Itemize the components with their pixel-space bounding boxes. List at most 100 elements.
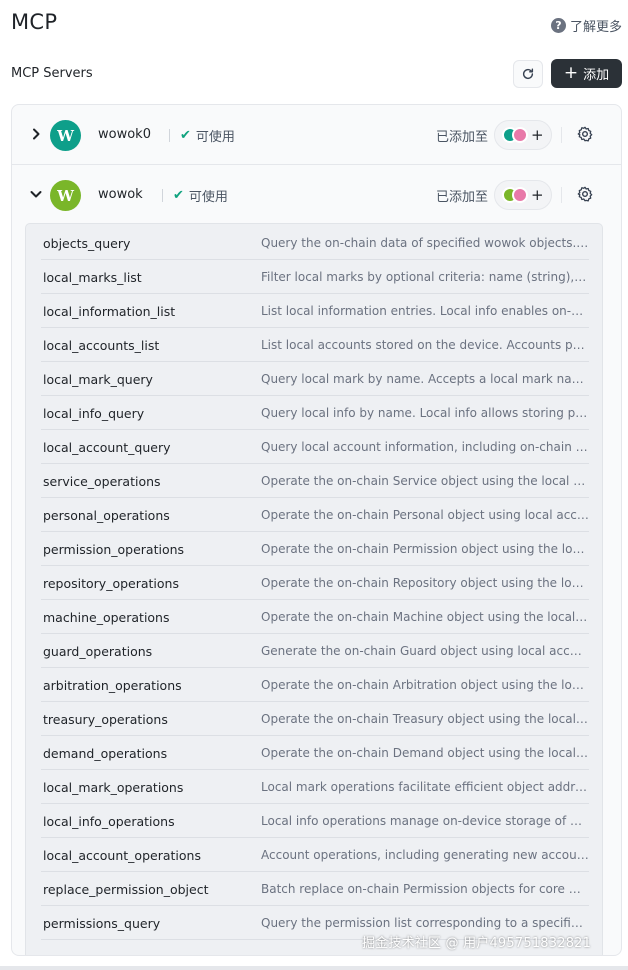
- page-title: MCP: [11, 10, 58, 34]
- watermark: 掘金技术社区 @ 用户495751832821: [362, 936, 592, 951]
- status-label: 可使用: [188, 190, 228, 205]
- tool-description: Batch replace on-chain Permission object…: [261, 882, 589, 896]
- tool-name: replace_permission_object: [43, 882, 209, 897]
- plus-icon: +: [531, 125, 544, 144]
- tool-row[interactable]: local_marks_list Filter local marks by o…: [41, 260, 589, 294]
- tool-description: Operate the on-chain Arbitration object …: [261, 678, 589, 692]
- server-avatar: W: [50, 120, 81, 151]
- tool-row[interactable]: demand_operations Operate the on-chain D…: [41, 736, 589, 770]
- tool-description: Operate the on-chain Service object usin…: [261, 474, 589, 488]
- tool-description: Operate the on-chain Repository object u…: [261, 576, 589, 590]
- tool-row[interactable]: treasury_operations Operate the on-chain…: [41, 702, 589, 736]
- server-name: wowok: [98, 187, 143, 202]
- question-circle-icon: ?: [550, 18, 566, 33]
- add-server-button[interactable]: + 添加: [551, 59, 622, 88]
- tool-row[interactable]: permission_operations Operate the on-cha…: [41, 532, 589, 566]
- tool-name: local_info_operations: [43, 814, 175, 829]
- tool-name: objects_query: [43, 236, 131, 251]
- refresh-icon: [522, 68, 534, 80]
- tool-name: treasury_operations: [43, 712, 168, 727]
- tool-name: arbitration_operations: [43, 678, 182, 693]
- check-icon: ✔: [180, 128, 191, 143]
- divider: [169, 129, 170, 142]
- client-selector[interactable]: +: [494, 120, 552, 150]
- tool-name: repository_operations: [43, 576, 179, 591]
- tool-row[interactable]: replace_permission_object Batch replace …: [41, 872, 589, 906]
- tool-row[interactable]: guard_operations Generate the on-chain G…: [41, 634, 589, 668]
- tool-name: local_info_query: [43, 406, 145, 421]
- tool-row[interactable]: local_account_operations Account operati…: [41, 838, 589, 872]
- tool-row[interactable]: local_info_operations Local info operati…: [41, 804, 589, 838]
- tool-description: Query the on-chain data of specified wow…: [261, 236, 589, 250]
- tool-row[interactable]: arbitration_operations Operate the on-ch…: [41, 668, 589, 702]
- tool-name: local_mark_operations: [43, 780, 184, 795]
- tool-description: List local information entries. Local in…: [261, 304, 589, 318]
- tool-row[interactable]: personal_operations Operate the on-chain…: [41, 498, 589, 532]
- server-row-wowok[interactable]: W wowok ✔ 可使用 已添加至 +: [12, 165, 621, 225]
- divider: [561, 127, 562, 143]
- tool-description: Account operations, including generating…: [261, 848, 589, 862]
- tool-name: permission_operations: [43, 542, 185, 557]
- plus-icon: +: [563, 63, 579, 83]
- tool-name: machine_operations: [43, 610, 170, 625]
- server-name: wowok0: [98, 127, 151, 142]
- learn-more-link[interactable]: ? 了解更多: [550, 16, 622, 35]
- servers-panel: W wowok0 ✔ 可使用 已添加至 + W wowok ✔ 可使用 已添加至: [11, 104, 622, 956]
- client-app-icon: [512, 127, 528, 143]
- tool-row[interactable]: local_mark_query Query local mark by nam…: [41, 362, 589, 396]
- server-row-wowok0[interactable]: W wowok0 ✔ 可使用 已添加至 +: [12, 105, 621, 165]
- divider: [162, 189, 163, 202]
- status-badge: ✔ 可使用: [173, 186, 228, 205]
- tool-row[interactable]: local_accounts_list List local accounts …: [41, 328, 589, 362]
- learn-more-label: 了解更多: [569, 20, 622, 35]
- tool-description: Operate the on-chain Treasury object usi…: [261, 712, 589, 726]
- tool-row[interactable]: objects_query Query the on-chain data of…: [41, 226, 589, 260]
- tool-name: guard_operations: [43, 644, 153, 659]
- server-avatar: W: [50, 180, 81, 211]
- added-to-label: 已添加至: [436, 190, 489, 205]
- gear-icon[interactable]: [577, 126, 593, 142]
- tool-description: List local accounts stored on the device…: [261, 338, 589, 352]
- tool-name: local_account_operations: [43, 848, 201, 863]
- tool-row[interactable]: local_info_query Query local info by nam…: [41, 396, 589, 430]
- plus-icon: +: [531, 185, 544, 204]
- tool-description: Generate the on-chain Guard object using…: [261, 644, 589, 658]
- divider: [561, 187, 562, 203]
- check-icon: ✔: [173, 188, 184, 203]
- page-header: MCP ? 了解更多: [0, 0, 628, 50]
- tool-description: Local mark operations facilitate efficie…: [261, 780, 589, 794]
- tool-name: demand_operations: [43, 746, 168, 761]
- status-label: 可使用: [195, 130, 235, 145]
- tool-description: Operate the on-chain Permission object u…: [261, 542, 589, 556]
- refresh-button[interactable]: [513, 60, 543, 88]
- tool-row[interactable]: local_account_query Query local account …: [41, 430, 589, 464]
- tool-row[interactable]: service_operations Operate the on-chain …: [41, 464, 589, 498]
- tool-description: Operate the on-chain Machine object usin…: [261, 610, 589, 624]
- tool-description: Filter local marks by optional criteria:…: [261, 270, 589, 284]
- tool-row[interactable]: repository_operations Operate the on-cha…: [41, 566, 589, 600]
- status-badge: ✔ 可使用: [180, 126, 235, 145]
- gear-icon[interactable]: [577, 186, 593, 202]
- tool-row[interactable]: machine_operations Operate the on-chain …: [41, 600, 589, 634]
- added-to-label: 已添加至: [436, 130, 489, 145]
- tool-row[interactable]: local_mark_operations Local mark operati…: [41, 770, 589, 804]
- client-selector[interactable]: +: [494, 180, 552, 210]
- tool-description: Query local account information, includi…: [261, 440, 589, 454]
- tool-name: personal_operations: [43, 508, 170, 523]
- tool-description: Query local mark by name. Accepts a loca…: [261, 372, 589, 386]
- divider: [0, 966, 628, 970]
- tool-name: service_operations: [43, 474, 161, 489]
- chevron-right-icon[interactable]: [29, 127, 43, 141]
- section-title: MCP Servers: [11, 66, 93, 81]
- tool-description: Local info operations manage on-device s…: [261, 814, 589, 828]
- tool-name: local_accounts_list: [43, 338, 160, 353]
- tool-description: Query the permission list corresponding …: [261, 916, 589, 930]
- tool-name: local_information_list: [43, 304, 176, 319]
- client-app-icon: [512, 187, 528, 203]
- tool-name: local_marks_list: [43, 270, 142, 285]
- tool-row[interactable]: local_information_list List local inform…: [41, 294, 589, 328]
- chevron-down-icon[interactable]: [29, 187, 43, 201]
- add-server-label: 添加: [583, 68, 610, 83]
- tool-name: permissions_query: [43, 916, 161, 931]
- tool-name: local_mark_query: [43, 372, 153, 387]
